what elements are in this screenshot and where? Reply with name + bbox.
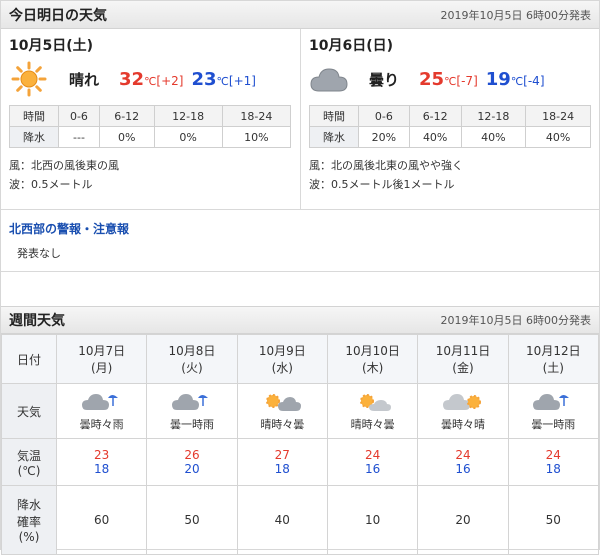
high-temp: 32℃[+2] [119, 68, 184, 90]
precip-value: 40 [236, 485, 328, 555]
row-label-date: 日付 [1, 334, 57, 384]
precip-value: 20 [417, 485, 509, 555]
weekly-issued: 2019年10月5日 6時00分発表 [440, 314, 591, 327]
warning-text: 発表なし [17, 247, 61, 260]
weekly-table: 日付 10月7日 (月) 10月8日 (火) 10月9日 (水) 10月10日 … [1, 334, 600, 555]
warning-section: 北西部の警報・注意報 発表なし [1, 210, 599, 272]
cloud-rain-icon [510, 390, 597, 414]
row-label-temp: 気温 (℃) [1, 438, 57, 486]
cloud-icon [309, 59, 349, 99]
wind-text: 風：北西の風後東の風 [9, 159, 119, 172]
weather-panel: 今日明日の天気 2019年10月5日 6時00分発表 10月5日(土) 晴れ 3… [0, 0, 600, 555]
warning-link[interactable]: 北西部の警報・注意報 [9, 220, 591, 237]
row-label-precip: 降水 確率 (%) [1, 485, 57, 555]
row-label-weather: 天気 [1, 383, 57, 439]
day-date: 10月6日(日) [309, 38, 394, 54]
wind-wave-info: 風：北の風後北東の風やや強く 波：0.5メートル後1メートル [309, 156, 591, 194]
day-today: 10月5日(土) 晴れ 32℃[+2] 23℃[+1] 時間 0-6 6-12 … [1, 29, 300, 209]
weekly-date: 10月11日 (金) [417, 334, 509, 384]
today-header: 今日明日の天気 2019年10月5日 6時00分発表 [1, 1, 599, 29]
high-temp: 25℃[-7] [419, 68, 478, 90]
today-tomorrow: 10月5日(土) 晴れ 32℃[+2] 23℃[+1] 時間 0-6 6-12 … [1, 29, 599, 210]
wind-text: 風：北の風後北東の風やや強く [309, 159, 463, 172]
weekly-date: 10月8日 (火) [146, 334, 238, 384]
day-tomorrow: 10月6日(日) 曇り 25℃[-7] 19℃[-4] 時間 0-6 6-12 1… [300, 29, 599, 209]
today-issued: 2019年10月5日 6時00分発表 [440, 8, 591, 22]
wave-text: 波：0.5メートル後1メートル [309, 178, 455, 191]
weekly-date: 10月9日 (水) [236, 334, 328, 384]
cloud-rain-icon [58, 390, 145, 414]
low-temp: 19℃[-4] [485, 68, 545, 90]
weather-text: 曇り [369, 70, 400, 89]
precip-value: 50 [507, 485, 600, 555]
precip-value: 50 [146, 485, 238, 555]
wave-text: 波：0.5メートル [9, 178, 93, 191]
precip-value: 60 [55, 485, 148, 555]
low-temp: 23℃[+1] [191, 68, 256, 90]
sun-cloud-icon [329, 390, 416, 414]
weekly-date: 10月12日 (土) [507, 334, 600, 384]
wind-wave-info: 風：北西の風後東の風 波：0.5メートル [9, 156, 292, 194]
day-date: 10月5日(土) [9, 38, 94, 54]
cloud-rain-icon [148, 390, 235, 414]
today-title: 今日明日の天気 [9, 7, 107, 24]
weekly-date: 10月10日 (木) [326, 334, 419, 384]
weekly-header: 週間天気 2019年10月5日 6時00分発表 [1, 306, 599, 334]
weather-text: 晴れ [69, 70, 100, 89]
sun-icon [9, 59, 49, 99]
weekly-date: 10月7日 (月) [55, 334, 148, 384]
weekly-title: 週間天気 [9, 313, 65, 329]
rain-table: 時間 0-6 6-12 12-18 18-24 降水 20% 40% 40% 40% [309, 105, 591, 148]
sun-cloud-icon [239, 390, 326, 414]
precip-value: 10 [326, 485, 419, 555]
cloud-sun-icon [419, 390, 506, 414]
rain-table: 時間 0-6 6-12 12-18 18-24 降水 --- 0% 0% 10% [9, 105, 292, 148]
